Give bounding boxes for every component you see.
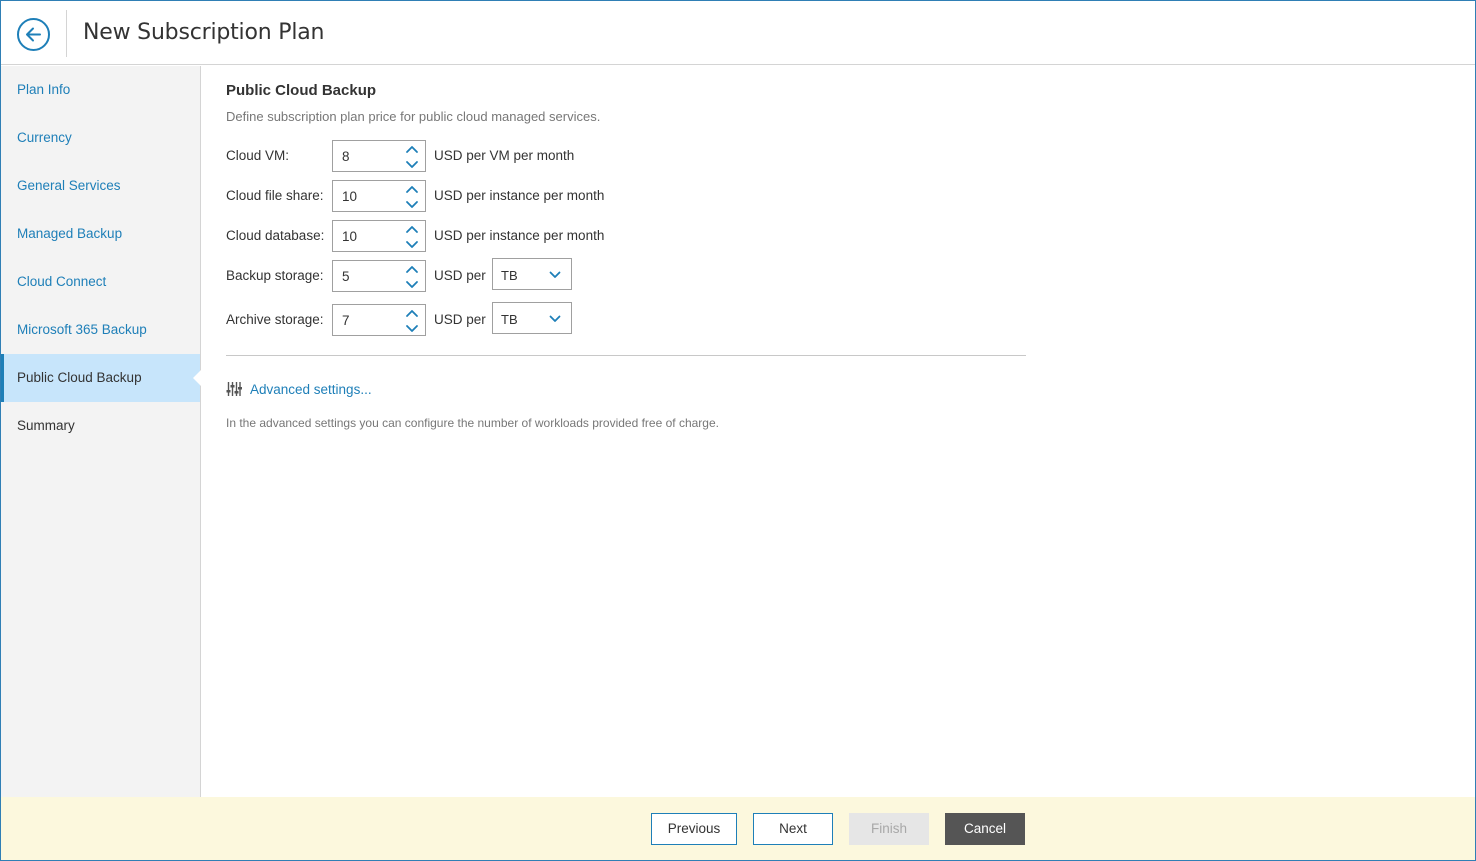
chevron-up-down-icon[interactable]: [405, 308, 419, 334]
section-title: Public Cloud Backup: [226, 82, 377, 99]
field-label: Archive storage:: [226, 312, 324, 327]
archive-storage-price-stepper[interactable]: 7: [332, 304, 426, 336]
field-row-cloud-vm: Cloud VM: 8 USD per VM per month: [226, 140, 926, 172]
wizard-window: New Subscription Plan Plan Info Currency…: [0, 0, 1476, 861]
header-divider: [66, 10, 67, 57]
advanced-settings-note: In the advanced settings you can configu…: [226, 416, 719, 430]
sidebar-item-summary: Summary: [17, 418, 75, 433]
field-label: Cloud VM:: [226, 148, 290, 163]
stepper-value: 8: [342, 149, 350, 164]
sidebar-item-cloud-connect[interactable]: Cloud Connect: [1, 258, 200, 306]
backup-storage-unit-select[interactable]: TB: [492, 258, 572, 290]
select-value: TB: [501, 268, 518, 283]
arrow-left-icon: [26, 27, 41, 42]
field-label: Cloud file share:: [226, 188, 324, 203]
back-button[interactable]: [17, 18, 50, 51]
sidebar-item-plan-info[interactable]: Plan Info: [1, 66, 200, 114]
advanced-settings-label[interactable]: Advanced settings...: [250, 382, 372, 397]
select-value: TB: [501, 312, 518, 327]
chevron-up-down-icon[interactable]: [405, 184, 419, 210]
stepper-value: 7: [342, 313, 350, 328]
wizard-steps-sidebar: Plan Info Currency General Services Mana…: [1, 66, 201, 797]
field-label: Cloud database:: [226, 228, 325, 243]
cloud-database-price-stepper[interactable]: 10: [332, 220, 426, 252]
cloud-vm-price-stepper[interactable]: 8: [332, 140, 426, 172]
sidebar-item-currency[interactable]: Currency: [1, 114, 200, 162]
backup-storage-price-stepper[interactable]: 5: [332, 260, 426, 292]
wizard-header: New Subscription Plan: [1, 1, 1475, 65]
step-content: Public Cloud Backup Define subscription …: [202, 66, 1475, 797]
previous-button[interactable]: Previous: [651, 813, 737, 845]
chevron-down-icon: [549, 315, 561, 322]
field-row-backup-storage: Backup storage: 5 USD per TB: [226, 258, 926, 292]
sidebar-item-public-cloud-backup[interactable]: Public Cloud Backup: [1, 354, 201, 402]
finish-button[interactable]: Finish: [849, 813, 929, 845]
chevron-up-down-icon[interactable]: [405, 264, 419, 290]
wizard-footer: Previous Next Finish Cancel: [1, 797, 1475, 860]
field-unit: USD per: [434, 268, 486, 283]
field-row-archive-storage: Archive storage: 7 USD per TB: [226, 302, 926, 336]
sliders-icon: [226, 382, 242, 396]
cloud-file-share-price-stepper[interactable]: 10: [332, 180, 426, 212]
field-unit: USD per: [434, 312, 486, 327]
chevron-down-icon: [549, 271, 561, 278]
archive-storage-unit-select[interactable]: TB: [492, 302, 572, 334]
stepper-value: 5: [342, 269, 350, 284]
field-unit: USD per instance per month: [434, 228, 605, 243]
field-row-cloud-database: Cloud database: 10 USD per instance per …: [226, 220, 926, 252]
stepper-value: 10: [342, 189, 358, 204]
advanced-settings-link[interactable]: Advanced settings...: [226, 380, 386, 400]
field-label: Backup storage:: [226, 268, 324, 283]
chevron-up-down-icon[interactable]: [405, 144, 419, 170]
chevron-up-down-icon[interactable]: [405, 224, 419, 250]
section-divider: [226, 355, 1026, 356]
sidebar-item-managed-backup[interactable]: Managed Backup: [1, 210, 200, 258]
cancel-button[interactable]: Cancel: [945, 813, 1025, 845]
field-unit: USD per instance per month: [434, 188, 605, 203]
field-row-cloud-file-share: Cloud file share: 10 USD per instance pe…: [226, 180, 926, 212]
sidebar-item-general-services[interactable]: General Services: [1, 162, 200, 210]
stepper-value: 10: [342, 229, 358, 244]
section-description: Define subscription plan price for publi…: [226, 109, 601, 124]
sidebar-item-microsoft-365-backup[interactable]: Microsoft 365 Backup: [1, 306, 200, 354]
page-title: New Subscription Plan: [83, 20, 325, 45]
next-button[interactable]: Next: [753, 813, 833, 845]
field-unit: USD per VM per month: [434, 148, 575, 163]
